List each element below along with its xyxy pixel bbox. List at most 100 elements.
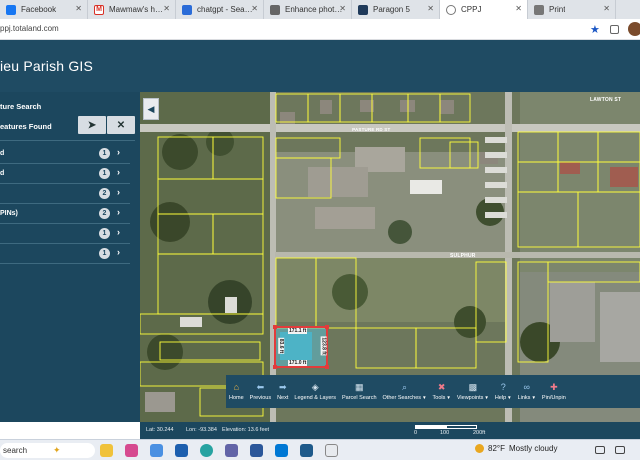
- count-badge: 1: [99, 168, 110, 179]
- link-icon: ∞: [523, 382, 530, 392]
- facebook-icon: [6, 4, 16, 15]
- store-icon[interactable]: [175, 444, 188, 457]
- elevation-readout: Elevation: 13.6 feet: [222, 427, 270, 433]
- tool-label: Tools: [432, 395, 446, 401]
- chevron-right-icon[interactable]: ›: [117, 207, 120, 217]
- tab-label: Paragon 5: [373, 5, 410, 14]
- dropdown-caret-icon: ▼: [531, 395, 536, 400]
- tab-facebook[interactable]: Facebook ✕: [0, 0, 88, 19]
- map-toolbar: ⌂ Home ⬅ Previous ➡ Next ◈ Legend & Laye…: [226, 375, 640, 408]
- divider: [0, 140, 135, 141]
- tab-paragon[interactable]: Paragon 5 ✕: [352, 0, 440, 19]
- weather-sun-icon: [475, 444, 484, 453]
- star-bookmark-icon[interactable]: ★: [590, 23, 600, 36]
- page-icon: [270, 4, 280, 15]
- other-searches-button[interactable]: ⌕ Other Searches▼: [380, 375, 430, 408]
- close-icon[interactable]: ✕: [75, 4, 82, 13]
- scale-bar: [415, 425, 477, 429]
- copilot-icon[interactable]: [125, 444, 138, 457]
- collapse-sidebar-button[interactable]: ◀: [143, 98, 159, 120]
- count-badge: 1: [99, 248, 110, 259]
- teams-icon[interactable]: [225, 444, 238, 457]
- viewpoints-button[interactable]: ▩ Viewpoints▼: [454, 375, 492, 408]
- outlook-icon[interactable]: [275, 444, 288, 457]
- chrome-icon[interactable]: [325, 444, 338, 457]
- screen: Facebook ✕ M Mawmaw's house ✕ chatgpt - …: [0, 0, 640, 460]
- tools-icon: ✖: [437, 382, 446, 392]
- result-row[interactable]: 1 ›: [0, 244, 130, 264]
- result-row[interactable]: 2 ›: [0, 184, 130, 204]
- edge-icon[interactable]: [200, 444, 213, 457]
- close-icon[interactable]: ✕: [163, 4, 170, 13]
- photos-icon[interactable]: [150, 444, 163, 457]
- chevron-right-icon[interactable]: ›: [117, 187, 120, 197]
- locate-button[interactable]: ➤: [78, 116, 106, 134]
- result-row[interactable]: 1 ›: [0, 224, 130, 244]
- help-button[interactable]: ? Help▼: [492, 375, 515, 408]
- chevron-right-icon[interactable]: ›: [117, 247, 120, 257]
- pin-unpin-button[interactable]: ✚ Pin/Unpin: [539, 375, 569, 408]
- tab-cppj[interactable]: CPPJ ✕: [440, 0, 528, 19]
- close-icon[interactable]: ✕: [339, 4, 346, 13]
- result-label: d: [0, 170, 5, 177]
- legend-layers-button[interactable]: ◈ Legend & Layers: [291, 375, 339, 408]
- tools-button[interactable]: ✖ Tools▼: [430, 375, 454, 408]
- url-text[interactable]: ppj.totaland.com: [0, 24, 59, 33]
- home-button[interactable]: ⌂ Home: [226, 375, 247, 408]
- app-icon[interactable]: [300, 444, 313, 457]
- aerial-map: [140, 92, 640, 422]
- tool-label: Previous: [249, 395, 272, 401]
- close-icon[interactable]: ✕: [427, 4, 434, 13]
- page-title: ieu Parish GIS: [0, 58, 94, 74]
- tab-label: CPPJ: [461, 5, 482, 14]
- avatar[interactable]: [628, 22, 640, 36]
- file-explorer-icon[interactable]: [100, 444, 113, 457]
- features-found-label: eatures Found: [0, 122, 52, 131]
- street-label: SULPHUR: [450, 253, 476, 259]
- taskbar-search[interactable]: search ✦: [0, 443, 95, 458]
- previous-button[interactable]: ⬅ Previous: [247, 375, 274, 408]
- result-row[interactable]: PINs) 2 ›: [0, 204, 130, 224]
- close-icon[interactable]: ✕: [251, 4, 258, 13]
- links-button[interactable]: ∞ Links▼: [515, 375, 539, 408]
- result-row[interactable]: d 1 ›: [0, 144, 130, 164]
- chevron-right-icon[interactable]: ›: [117, 147, 120, 157]
- parcel-dimension: 171.0 ft: [288, 360, 308, 366]
- parcel-search-button[interactable]: ▦ Parcel Search: [339, 375, 380, 408]
- count-badge: 1: [99, 228, 110, 239]
- result-row[interactable]: d 1 ›: [0, 164, 130, 184]
- tab-enhance-photo[interactable]: Enhance photo re ✕: [264, 0, 352, 19]
- search-label: search: [3, 446, 28, 455]
- latitude-readout: Lat: 30.244: [146, 427, 174, 433]
- os-taskbar: search ✦ 82°F Mostly cloudy: [0, 439, 640, 460]
- tray-icon[interactable]: [615, 446, 625, 454]
- tab-mawmaws-house[interactable]: M Mawmaw's house ✕: [88, 0, 176, 19]
- address-bar[interactable]: ppj.totaland.com ★: [0, 19, 640, 40]
- parcel-dimension: 123.8 ft: [320, 336, 327, 356]
- tray-icon[interactable]: [595, 446, 605, 454]
- chevron-right-icon[interactable]: ›: [117, 167, 120, 177]
- dropdown-caret-icon: ▼: [446, 395, 451, 400]
- search-highlight-icon: ✦: [53, 445, 61, 455]
- scale-label: 100: [440, 430, 450, 436]
- tool-label: Pin/Unpin: [541, 395, 566, 401]
- close-x-icon: ✕: [116, 119, 126, 131]
- pin-icon: ✚: [550, 382, 558, 392]
- extensions-icon[interactable]: [610, 25, 619, 34]
- chevron-right-icon[interactable]: ›: [117, 227, 120, 237]
- map-view[interactable]: PASTURE RD ST SULPHUR LAWTON ST 171.1 ft…: [140, 92, 640, 422]
- tool-label: Home: [229, 395, 244, 401]
- gmail-icon: M: [94, 4, 104, 15]
- tool-label: Next: [277, 395, 289, 401]
- clear-button[interactable]: ✕: [107, 116, 135, 134]
- weather-widget[interactable]: 82°F Mostly cloudy: [475, 444, 557, 453]
- next-button[interactable]: ➡ Next: [274, 375, 291, 408]
- word-icon[interactable]: [250, 444, 263, 457]
- close-icon[interactable]: ✕: [515, 4, 522, 13]
- globe-icon: [446, 4, 456, 15]
- tab-chatgpt-search[interactable]: chatgpt - Search ✕: [176, 0, 264, 19]
- close-icon[interactable]: ✕: [603, 4, 610, 13]
- temperature: 82°F: [488, 444, 505, 453]
- parcel-dimension: 83.6 ft: [278, 337, 285, 355]
- tab-print[interactable]: Print ✕: [528, 0, 616, 19]
